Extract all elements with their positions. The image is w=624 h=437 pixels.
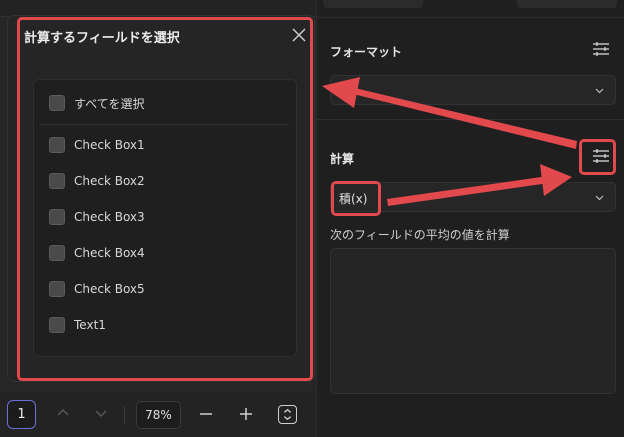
calc-section-title: 計算 <box>330 152 355 166</box>
calc-value-highlight-box <box>331 181 381 216</box>
settings-highlight-box <box>579 139 616 175</box>
chevron-down-icon <box>595 195 604 201</box>
chevron-up-icon[interactable] <box>56 406 70 420</box>
page-number-input[interactable]: 1 <box>7 400 36 429</box>
top-tab[interactable] <box>517 0 617 8</box>
format-section-title: フォーマット <box>330 45 403 59</box>
toolbar-divider <box>124 406 125 424</box>
dialog-highlight-box <box>17 17 313 381</box>
calc-description: 次のフィールドの平均の値を計算 <box>330 228 510 242</box>
minus-icon[interactable] <box>198 406 214 422</box>
top-tab[interactable] <box>323 0 423 8</box>
calc-fields-textarea[interactable] <box>330 248 616 394</box>
format-dropdown[interactable] <box>330 75 616 105</box>
top-bar <box>0 0 316 17</box>
plus-icon[interactable] <box>238 406 254 422</box>
section-divider <box>317 119 624 120</box>
chevron-down-icon[interactable] <box>94 406 108 420</box>
chevron-down-icon <box>595 88 604 94</box>
section-divider <box>317 17 624 18</box>
settings-sliders-icon[interactable] <box>592 41 610 57</box>
fit-page-icon[interactable] <box>278 405 297 424</box>
zoom-level[interactable]: 78% <box>136 401 181 429</box>
